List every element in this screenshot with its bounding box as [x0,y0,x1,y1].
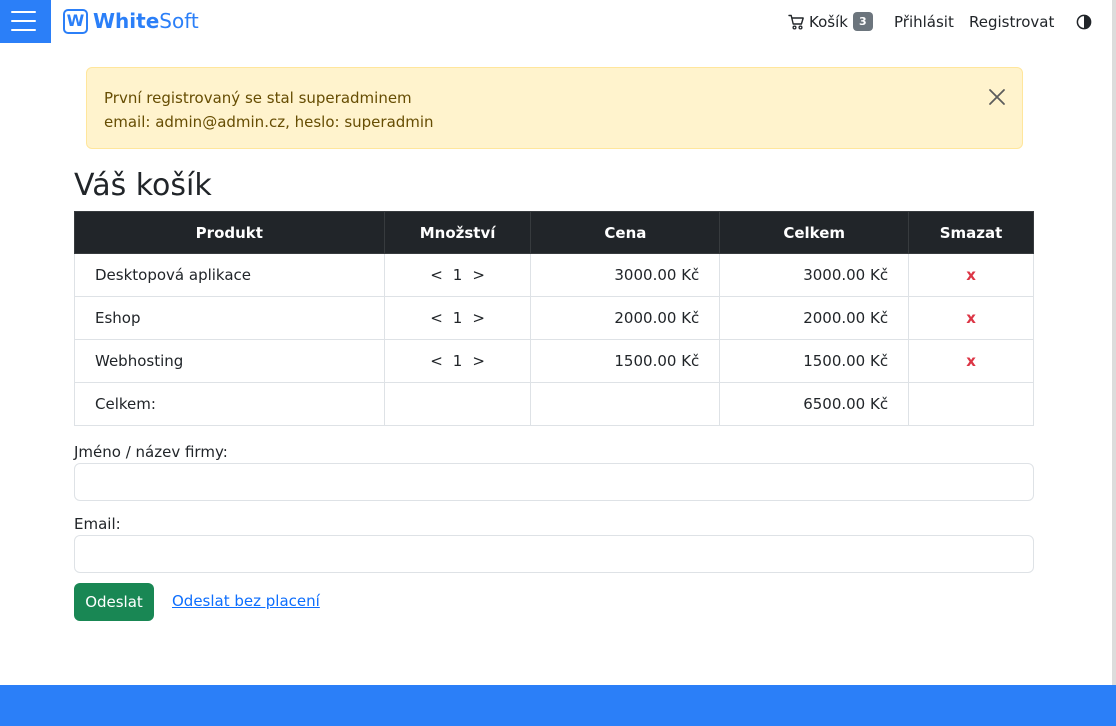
product-name: Webhosting [74,339,385,383]
summary-empty-cell [383,382,532,426]
header-total: Celkem [719,211,910,254]
unit-price: 2000.00 Kč [530,296,721,340]
header-delete: Smazat [908,211,1034,254]
scrollbar-thumb[interactable] [1112,0,1116,685]
line-total: 2000.00 Kč [719,296,910,340]
summary-empty-cell [530,382,721,426]
decrease-quantity-button[interactable]: < [426,352,447,370]
menu-bar-line [11,29,36,31]
alert-credentials: email: admin@admin.cz, heslo: superadmin [104,113,434,131]
menu-bar-line [11,11,36,13]
table-row: Eshop <1 > 2000.00 Kč 2000.00 Kč x [74,296,1034,340]
header-price: Cena [530,211,721,254]
grand-total: 6500.00 Kč [719,382,910,426]
cart-link[interactable]: Košík 3 [788,0,873,43]
name-field[interactable] [74,463,1034,501]
decrease-quantity-button[interactable]: < [426,266,447,284]
cart-count-badge: 3 [852,12,873,31]
unit-price: 1500.00 Kč [530,339,721,383]
table-row: Desktopová aplikace <1 > 3000.00 Kč 3000.… [74,253,1034,297]
email-field-label: Email: [74,515,121,533]
line-total: 3000.00 Kč [719,253,910,297]
cart-icon [788,14,804,30]
superadmin-alert: První registrovaný se stal superadminem … [86,67,1023,149]
summary-empty-cell [908,382,1034,426]
table-header-row: Produkt Množství Cena Celkem Smazat [74,211,1034,254]
header-quantity: Množství [383,211,532,254]
theme-toggle-button[interactable] [1076,0,1092,43]
product-name: Desktopová aplikace [74,253,385,297]
delete-item-button[interactable]: x [966,309,976,327]
brand-name-white: White [93,9,160,33]
increase-quantity-button[interactable]: > [468,309,489,327]
quantity-stepper: <1 > [383,296,532,340]
whitesoft-logo-icon: W [63,8,88,34]
quantity-value: 1 [452,309,463,327]
page-title: Váš košík [74,168,212,203]
brand-name: WhiteSoft [93,7,199,35]
product-name: Eshop [74,296,385,340]
login-link[interactable]: Přihlásit [894,0,954,43]
footer-bar [0,685,1116,726]
submit-without-payment-link[interactable]: Odeslat bez placení [172,592,320,610]
quantity-stepper: <1 > [383,253,532,297]
decrease-quantity-button[interactable]: < [426,309,447,327]
register-link[interactable]: Registrovat [969,0,1054,43]
cart-label: Košík [809,12,848,31]
header-product: Produkt [74,211,385,254]
unit-price: 3000.00 Kč [530,253,721,297]
summary-label: Celkem: [74,382,385,426]
line-total: 1500.00 Kč [719,339,910,383]
cart-table: Produkt Množství Cena Celkem Smazat Desk… [74,211,1034,426]
hamburger-menu-button[interactable] [0,0,51,43]
brand-logo-link[interactable]: W WhiteSoft [63,6,199,36]
table-summary-row: Celkem: 6500.00 Kč [74,382,1034,426]
quantity-value: 1 [452,266,463,284]
quantity-stepper: <1 > [383,339,532,383]
email-field[interactable] [74,535,1034,573]
brand-name-soft: Soft [159,9,199,33]
increase-quantity-button[interactable]: > [468,266,489,284]
table-row: Webhosting <1 > 1500.00 Kč 1500.00 Kč x [74,339,1034,383]
close-icon[interactable] [987,87,1007,107]
half-circle-theme-icon [1076,14,1092,29]
delete-item-button[interactable]: x [966,266,976,284]
quantity-value: 1 [452,352,463,370]
menu-bar-line [11,20,36,22]
increase-quantity-button[interactable]: > [468,352,489,370]
delete-item-button[interactable]: x [966,352,976,370]
alert-message: První registrovaný se stal superadminem [104,89,412,107]
name-field-label: Jméno / název firmy: [74,443,228,461]
submit-button[interactable]: Odeslat [74,583,154,621]
top-navbar: W WhiteSoft Košík 3 Přihlásit Registrova… [0,0,1116,43]
page-scrollbar[interactable] [1112,0,1116,685]
